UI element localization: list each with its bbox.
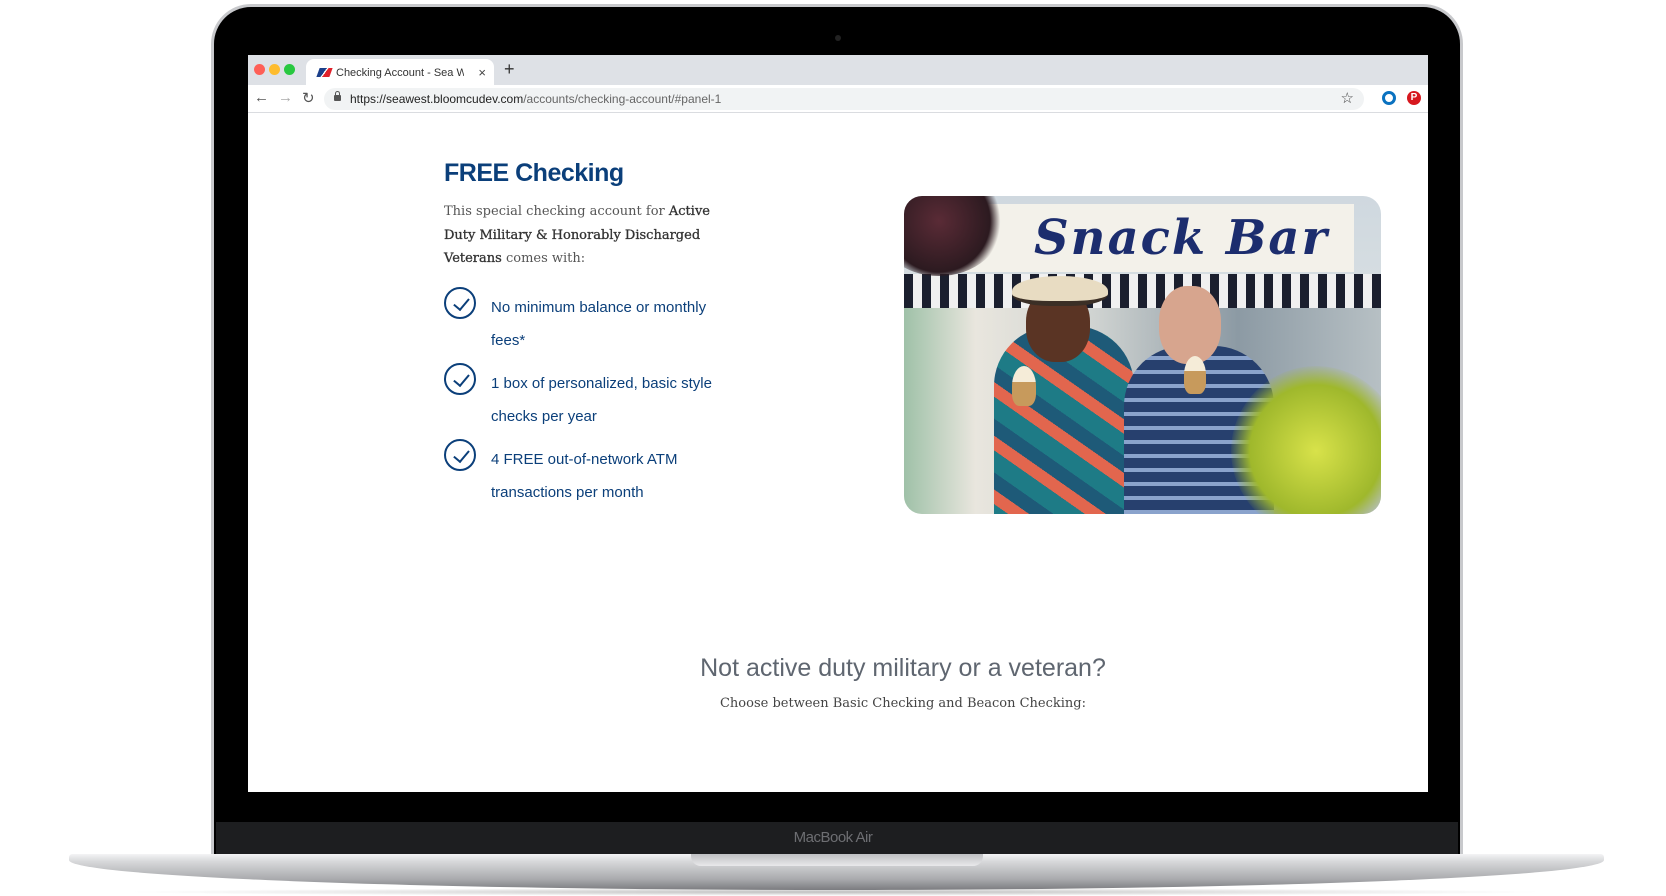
browser-window: Checking Account - Sea West Coast Guard …: [248, 55, 1428, 792]
check-circle-icon: [444, 363, 476, 395]
lock-icon: [334, 91, 341, 101]
benefit-item: No minimum balance or monthly fees*: [444, 287, 744, 357]
intro-plain: This special checking account for: [444, 204, 669, 219]
forward-icon[interactable]: →: [278, 89, 293, 106]
url-bar[interactable]: https://seawest.bloomcudev.com/accounts/…: [324, 88, 1364, 110]
section-title: Not active duty military or a veteran?: [700, 654, 1106, 682]
check-circle-icon: [444, 439, 476, 471]
man-head: [1159, 286, 1221, 364]
straw-hat: [1012, 276, 1108, 306]
benefit-item: 4 FREE out-of-network ATM transactions p…: [444, 439, 744, 509]
url-host: https://seawest.bloomcudev.com: [350, 92, 524, 106]
laptop-notch: [691, 854, 983, 866]
reload-icon[interactable]: ↻: [302, 89, 315, 107]
close-window-button[interactable]: [254, 64, 265, 75]
check-circle-icon: [444, 287, 476, 319]
ice-cream-cone: [1184, 356, 1206, 394]
page-title: FREE Checking: [444, 159, 624, 187]
section-text: Choose between Basic Checking and Beacon…: [719, 696, 1087, 711]
benefit-item: 1 box of personalized, basic style check…: [444, 363, 744, 433]
device-label: MacBook Air: [793, 829, 873, 846]
pinterest-icon[interactable]: P: [1407, 91, 1421, 105]
url-path: /accounts/checking-account/#panel-1: [523, 92, 722, 106]
bookmark-star-icon[interactable]: ☆: [1341, 89, 1354, 107]
address-row: ← → ↻ https://seawest.bloomcudev.com/acc…: [248, 85, 1428, 113]
striped-awning: [904, 274, 1381, 308]
circle-extension-icon[interactable]: [1382, 91, 1396, 105]
tab-checking-account[interactable]: Checking Account - Sea West Coast Guard …: [306, 59, 494, 85]
tab-bar: Checking Account - Sea West Coast Guard …: [248, 55, 1428, 85]
benefit-text: 1 box of personalized, basic style check…: [491, 375, 712, 425]
maximize-window-button[interactable]: [284, 64, 295, 75]
camera: [835, 35, 841, 41]
new-tab-button[interactable]: +: [504, 59, 515, 80]
benefit-text: 4 FREE out-of-network ATM transactions p…: [491, 451, 678, 501]
favicon-icon: [316, 68, 333, 77]
close-tab-icon[interactable]: ×: [478, 65, 486, 80]
benefit-text: No minimum balance or monthly fees*: [491, 299, 707, 349]
intro-end: comes with:: [501, 251, 586, 266]
minimize-window-button[interactable]: [269, 64, 280, 75]
tab-title: Checking Account - Sea West Coast Guard …: [336, 67, 464, 79]
hero-photo: Snack Bar: [904, 196, 1381, 514]
ice-cream-cone: [1012, 366, 1036, 406]
back-icon[interactable]: ←: [254, 89, 269, 106]
page-content: FREE Checking This special checking acco…: [248, 114, 1428, 792]
intro-text: This special checking account for Active…: [444, 200, 744, 271]
